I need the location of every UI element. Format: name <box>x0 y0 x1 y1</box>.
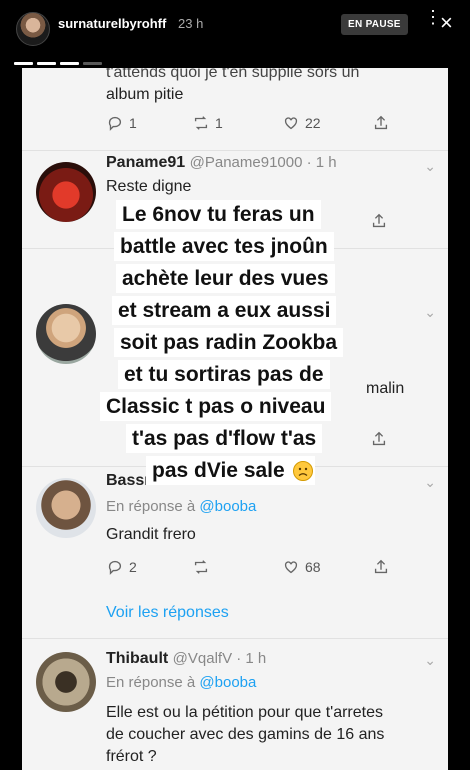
story-username[interactable]: surnaturelbyrohff <box>58 16 166 31</box>
user-avatar[interactable] <box>36 478 96 538</box>
paused-badge: EN PAUSE <box>341 14 408 35</box>
retweet-icon <box>194 116 208 130</box>
reply-button[interactable]: 2 <box>106 558 192 576</box>
caption-line: soit pas radin Zookba <box>114 328 344 357</box>
divider <box>22 150 448 151</box>
user-name[interactable]: Bassrour <box>106 472 176 489</box>
caption-line: t'as pas d'flow t'as <box>126 424 323 453</box>
caption-line: battle avec tes jnoûn <box>114 232 334 261</box>
caption-line: achète leur des vues <box>116 264 335 293</box>
reply-icon <box>108 560 122 575</box>
tweet-header: Bassrour <box>106 472 176 490</box>
story-time: 23 h <box>178 16 204 31</box>
close-icon[interactable]: × <box>440 10 453 36</box>
retweet-icon <box>194 560 208 574</box>
user-avatar[interactable] <box>36 304 96 364</box>
progress-segment <box>60 62 79 65</box>
caption-line: Classic t pas o niveau <box>100 392 332 421</box>
chevron-down-icon[interactable]: ⌄ <box>424 652 436 669</box>
user-name[interactable]: Thibault <box>106 650 168 667</box>
tweet-text-line: Elle est ou la pétition pour que t'arret… <box>106 704 383 721</box>
share-button[interactable] <box>370 212 388 230</box>
divider <box>22 248 448 249</box>
reply-icon <box>108 116 122 131</box>
heart-icon <box>284 117 298 130</box>
tweet-actions: 1 1 22 <box>106 114 390 132</box>
reply-count: 1 <box>129 115 137 131</box>
tweet-text: Reste digne <box>106 178 192 195</box>
share-button[interactable] <box>372 558 390 576</box>
tweet-text-line: frérot ? <box>106 748 157 765</box>
frowning-face-emoji-icon <box>293 461 313 481</box>
user-handle: @Paname91000 · 1 h <box>189 154 337 171</box>
tweet-header: Thibault @VqalfV · 1 h <box>106 650 266 668</box>
chevron-down-icon[interactable]: ⌄ <box>424 304 436 321</box>
instagram-story[interactable]: surnaturelbyrohff 23 h EN PAUSE ⋮ × t'at… <box>0 0 470 770</box>
retweet-button[interactable]: 1 <box>192 114 282 132</box>
share-button[interactable] <box>370 430 388 448</box>
reply-to-handle[interactable]: @booba <box>199 674 256 691</box>
like-button[interactable]: 68 <box>282 558 372 576</box>
caption-line: Le 6nov tu feras un <box>116 200 321 229</box>
tweet-header: Paname91 @Paname91000 · 1 h <box>106 154 337 172</box>
reply-to-handle[interactable]: @booba <box>199 498 256 515</box>
like-count: 22 <box>305 115 321 131</box>
retweet-button[interactable] <box>192 558 282 576</box>
divider <box>22 466 448 467</box>
caption-line: et tu sortiras pas de <box>118 360 330 389</box>
reply-to-prefix: En réponse à <box>106 498 200 515</box>
tweet-screenshot: t'attends quoi je t'en supplie sors un a… <box>22 68 448 770</box>
profile-avatar[interactable] <box>16 12 50 46</box>
progress-segment <box>37 62 56 65</box>
like-button[interactable]: 22 <box>282 114 372 132</box>
share-icon <box>374 115 388 130</box>
reply-to-line: En réponse à @booba <box>106 674 256 691</box>
tweet-text-line: de coucher avec des gamins de 16 ans <box>106 726 385 743</box>
share-button[interactable] <box>372 114 390 132</box>
divider <box>22 638 448 639</box>
tweet-text: Grandit frero <box>106 526 196 543</box>
reply-button[interactable]: 1 <box>106 114 192 132</box>
user-name[interactable]: Paname91 <box>106 154 185 171</box>
user-avatar[interactable] <box>36 652 96 712</box>
tweet-text-cut: t'attends quoi je t'en supplie sors un <box>106 68 360 81</box>
user-handle: @VqalfV · 1 h <box>172 650 267 667</box>
like-count: 68 <box>305 559 321 575</box>
heart-icon <box>284 561 298 574</box>
story-progress <box>14 62 102 65</box>
reply-count: 2 <box>129 559 137 575</box>
share-icon <box>372 431 386 446</box>
tweet-text-fragment: malin <box>366 380 405 397</box>
chevron-down-icon[interactable]: ⌄ <box>424 474 436 491</box>
progress-segment <box>83 62 102 65</box>
retweet-count: 1 <box>215 115 223 131</box>
tweet-text: album pitie <box>106 86 184 103</box>
tweet-actions: 2 68 <box>106 558 390 576</box>
user-avatar[interactable] <box>36 162 96 222</box>
caption-line: et stream a eux aussi <box>112 296 337 325</box>
progress-segment <box>14 62 33 65</box>
chevron-down-icon[interactable]: ⌄ <box>424 158 436 175</box>
share-icon <box>374 559 388 574</box>
reply-to-prefix: En réponse à <box>106 674 200 691</box>
reply-to-line: En réponse à @booba <box>106 498 256 515</box>
share-icon <box>372 213 386 228</box>
view-replies-link[interactable]: Voir les réponses <box>106 604 229 622</box>
